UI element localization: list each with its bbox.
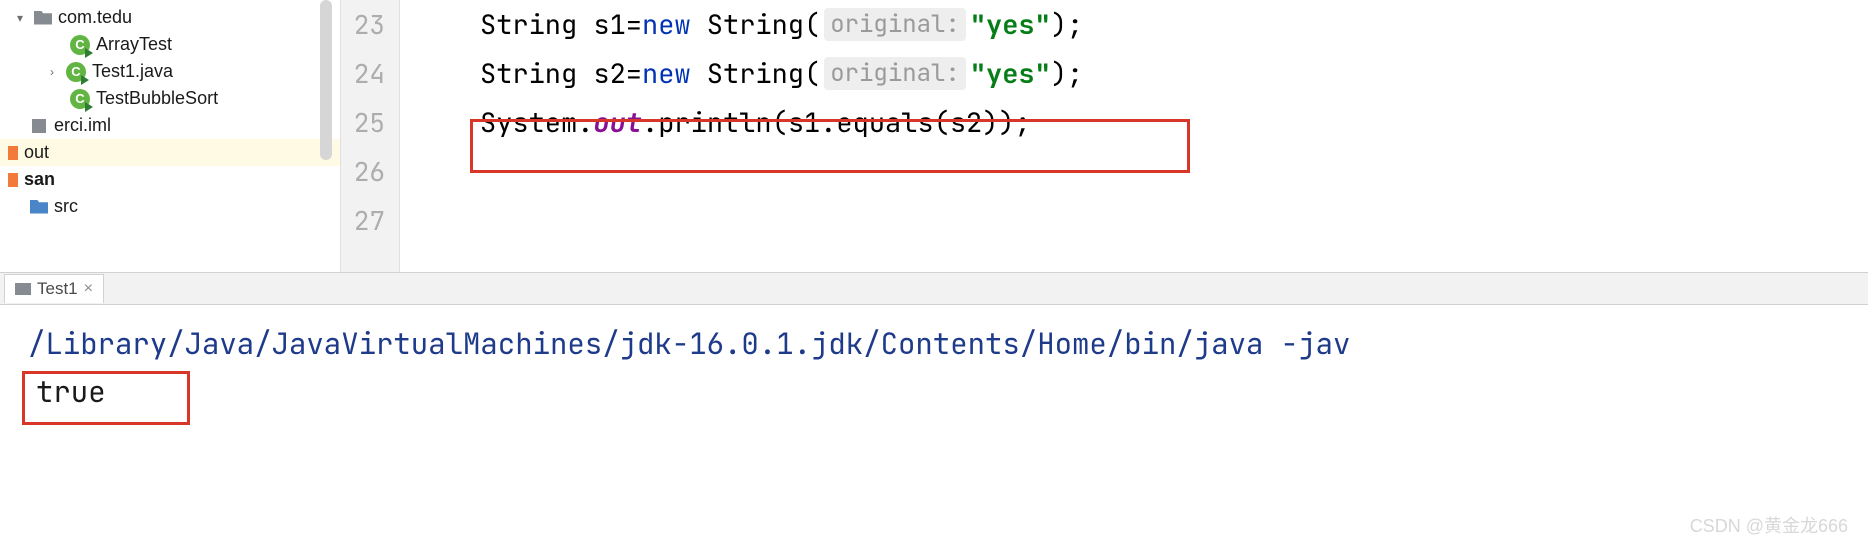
- code-line-24[interactable]: String s2=new String(original: "yes");: [440, 49, 1868, 98]
- tree-iml[interactable]: erci.iml: [0, 112, 340, 139]
- class-icon: C: [66, 62, 86, 82]
- class-icon: C: [70, 35, 90, 55]
- string-literal: "yes": [970, 56, 1051, 92]
- tree-src-folder[interactable]: src: [0, 193, 340, 220]
- code-line-27[interactable]: [440, 196, 1868, 245]
- watermark: CSDN @黄金龙666: [1690, 512, 1848, 538]
- tree-package[interactable]: ▾ com.tedu: [0, 4, 340, 31]
- tree-label: Test1.java: [92, 61, 173, 82]
- tree-san-folder[interactable]: san: [0, 166, 340, 193]
- code-line-26[interactable]: [440, 147, 1868, 196]
- tree-label: out: [24, 142, 49, 163]
- folder-icon: [30, 200, 48, 214]
- tree-label: src: [54, 196, 78, 217]
- line-number[interactable]: 26: [341, 147, 399, 196]
- tree-label: ArrayTest: [96, 34, 172, 55]
- folder-icon: [34, 11, 52, 25]
- tree-scrollbar[interactable]: [320, 0, 332, 160]
- tree-label: TestBubbleSort: [96, 88, 218, 109]
- code-text: String s2=: [480, 56, 642, 92]
- code-text: .println(s1.equals(s2));: [642, 105, 1031, 141]
- code-line-23[interactable]: String s1=new String(original: "yes");: [440, 0, 1868, 49]
- run-tab[interactable]: Test1 ×: [4, 274, 104, 303]
- field-ref: out: [593, 105, 642, 141]
- chevron-right-icon[interactable]: ›: [44, 65, 60, 79]
- module-icon: [8, 146, 18, 160]
- run-tab-bar: Test1 ×: [0, 273, 1868, 305]
- tree-label: san: [24, 169, 55, 190]
- keyword: new: [642, 7, 691, 43]
- param-hint: original:: [824, 8, 966, 41]
- console-result: true: [28, 367, 114, 417]
- line-number[interactable]: 25: [341, 98, 399, 147]
- run-tab-label: Test1: [37, 279, 78, 299]
- line-number[interactable]: 24: [341, 49, 399, 98]
- code-text: String s1=: [480, 7, 642, 43]
- chevron-down-icon[interactable]: ▾: [12, 11, 28, 25]
- line-number[interactable]: 23: [341, 0, 399, 49]
- module-icon: [8, 173, 18, 187]
- keyword: new: [642, 56, 691, 92]
- code-text: );: [1051, 7, 1083, 43]
- tree-label: com.tedu: [58, 7, 132, 28]
- code-text: System.: [480, 105, 593, 141]
- code-text: String(: [691, 56, 821, 92]
- project-tree[interactable]: ▾ com.tedu C ArrayTest › C Test1.java C …: [0, 0, 340, 272]
- iml-icon: [30, 117, 48, 135]
- param-hint: original:: [824, 57, 966, 90]
- terminal-icon: [15, 283, 31, 295]
- editor-gutter: 23 24 25 26 27: [340, 0, 400, 272]
- top-section: ▾ com.tedu C ArrayTest › C Test1.java C …: [0, 0, 1868, 273]
- code-text: );: [1051, 56, 1083, 92]
- tree-label: erci.iml: [54, 115, 111, 136]
- tree-class-test1[interactable]: › C Test1.java: [0, 58, 340, 85]
- close-icon[interactable]: ×: [84, 280, 93, 298]
- string-literal: "yes": [970, 7, 1051, 43]
- line-number[interactable]: 27: [341, 196, 399, 245]
- tree-out-folder[interactable]: out: [0, 139, 340, 166]
- class-icon: C: [70, 89, 90, 109]
- code-text: String(: [691, 7, 821, 43]
- code-editor[interactable]: String s1=new String(original: "yes"); S…: [400, 0, 1868, 272]
- tree-class-arraytest[interactable]: C ArrayTest: [0, 31, 340, 58]
- console-output[interactable]: /Library/Java/JavaVirtualMachines/jdk-16…: [0, 305, 1868, 505]
- console-command: /Library/Java/JavaVirtualMachines/jdk-16…: [28, 321, 1840, 367]
- code-line-25[interactable]: System.out.println(s1.equals(s2));: [440, 98, 1868, 147]
- tree-class-bubblesort[interactable]: C TestBubbleSort: [0, 85, 340, 112]
